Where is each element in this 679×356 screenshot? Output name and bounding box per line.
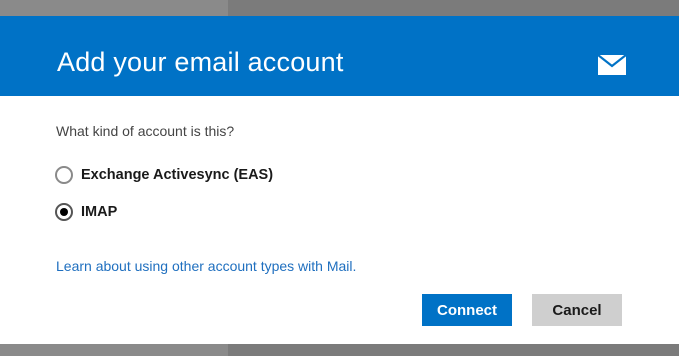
- dialog-body: What kind of account is this? Exchange A…: [0, 96, 679, 344]
- dialog-header: Add your email account: [0, 16, 679, 96]
- background-strip-bottom-right: [228, 344, 679, 356]
- background-strip-right: [228, 0, 679, 16]
- learn-more-link[interactable]: Learn about using other account types wi…: [56, 258, 356, 274]
- cancel-button[interactable]: Cancel: [532, 294, 622, 326]
- mail-envelope-icon: [598, 55, 626, 75]
- radio-button-eas[interactable]: [55, 166, 73, 184]
- background-strip-left: [0, 0, 228, 16]
- account-type-question: What kind of account is this?: [56, 123, 235, 139]
- connect-button[interactable]: Connect: [422, 294, 512, 326]
- radio-option-imap[interactable]: IMAP: [55, 200, 117, 224]
- background-strip-bottom-left: [0, 344, 228, 356]
- dialog-title: Add your email account: [57, 47, 344, 77]
- radio-button-imap[interactable]: [55, 203, 73, 221]
- radio-label-imap: IMAP: [81, 204, 118, 220]
- radio-label-eas: Exchange Activesync (EAS): [81, 167, 274, 183]
- radio-option-eas[interactable]: Exchange Activesync (EAS): [55, 163, 273, 187]
